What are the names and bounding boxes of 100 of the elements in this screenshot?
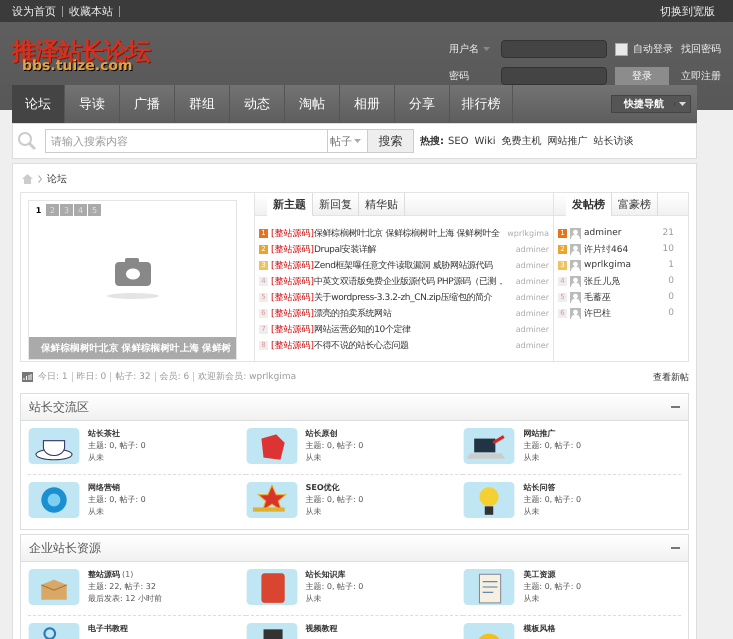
forum-stats: 主题: 0, 帖子: 0	[523, 440, 582, 452]
stat-text: 会员: 6	[154, 372, 194, 382]
avatar-icon	[570, 228, 581, 238]
forum-name[interactable]: 网站推广	[523, 428, 556, 440]
top-link[interactable]: 收藏本站	[63, 6, 120, 16]
forum-name[interactable]: 网络营销	[88, 482, 120, 494]
search-button[interactable]: 搜索	[368, 129, 414, 153]
caret-icon	[354, 139, 361, 143]
caret-icon	[483, 47, 490, 52]
post-count: 21	[662, 228, 674, 238]
forum-last-post: 从未	[306, 506, 323, 518]
breadcrumb-link[interactable]: 论坛	[47, 172, 67, 186]
forum-name[interactable]: 站长知识库	[306, 569, 346, 581]
auto-login-checkbox[interactable]	[615, 42, 628, 56]
clipboard-icon[interactable]	[463, 569, 516, 605]
forum-name[interactable]: SEO优化	[306, 482, 340, 494]
hot-link[interactable]: 站长访谈	[594, 134, 634, 148]
register-link[interactable]: 立即注册	[681, 68, 721, 83]
search-field[interactable]: 请输入搜索内容	[45, 129, 328, 153]
topic-title[interactable]: 网站运营必知的10个定律	[314, 322, 505, 336]
password-field[interactable]	[501, 66, 607, 85]
lightbulb-icon[interactable]	[463, 482, 516, 518]
topic-tag[interactable]: [整站源码]	[271, 290, 314, 304]
topic-title[interactable]: 不得不说的站长心态问题	[314, 338, 505, 352]
topic-title[interactable]: 漂亮的拍卖系统网站	[314, 306, 505, 320]
member-name[interactable]: 张丘儿凫	[584, 274, 668, 288]
forum-stats: 主题: 0, 帖子: 0	[306, 581, 364, 593]
username-field[interactable]	[501, 40, 607, 58]
topic-tag[interactable]: [整站源码]	[271, 338, 314, 352]
topic-tag[interactable]: [整站源码]	[271, 226, 314, 240]
forum-stats: 主题: 0, 帖子: 0	[523, 494, 582, 506]
post-count: 0	[668, 276, 674, 286]
forum-stats: 主题: 0, 帖子: 0	[88, 494, 146, 506]
forgot-password-link[interactable]: 找回密码	[681, 42, 721, 56]
nav-tab[interactable]: 论坛	[12, 85, 65, 123]
document-icon[interactable]	[246, 569, 298, 605]
topic-tag[interactable]: [整站源码]	[271, 322, 314, 336]
topic-tag[interactable]: [整站源码]	[271, 242, 314, 256]
ranking-tab[interactable]: 富豪榜	[612, 193, 658, 216]
avatar-icon	[570, 292, 581, 302]
forum-name[interactable]: 整站源码	[88, 569, 120, 581]
forum-name[interactable]: 视频教程	[306, 623, 338, 635]
forum-name[interactable]: 电子书教程	[88, 623, 128, 635]
stat-text: 今日: 1	[38, 372, 69, 382]
top-link[interactable]: 设为首页	[12, 6, 63, 16]
topic-tag[interactable]: [整站源码]	[271, 258, 314, 272]
topic-title[interactable]: 关于wordpress-3.3.2-zh_CN.zip压缩包的简介	[314, 290, 505, 304]
stat-text: 昨日: 0	[72, 372, 110, 382]
top-link[interactable]: 切换到宽版	[654, 6, 721, 16]
forum-last-post: 从未	[523, 593, 540, 605]
member-name[interactable]: wprlkgima	[584, 260, 668, 270]
forum-name[interactable]: 站长茶社	[88, 428, 120, 440]
forum-last-post: 从未	[523, 452, 540, 464]
username-label[interactable]: 用户名	[449, 42, 493, 56]
chevron-icon	[38, 175, 42, 183]
member-name[interactable]: 许巴柱	[584, 306, 668, 320]
topic-tag[interactable]: [整站源码]	[271, 274, 314, 288]
caret-icon	[679, 102, 686, 106]
section-title[interactable]: 站长交流区	[29, 398, 89, 416]
forum-last-post: 从未	[523, 506, 540, 518]
forum-last-post: 从未	[88, 506, 105, 518]
topic-title[interactable]: Drupal安装详解	[314, 242, 505, 256]
avatar-icon	[570, 260, 581, 270]
topic-tab[interactable]: 精华贴	[359, 193, 405, 216]
forum-name[interactable]: 美工资源	[523, 569, 556, 581]
forum-name[interactable]: 模板风格	[523, 623, 556, 635]
forum-name[interactable]: 站长问答	[523, 482, 556, 494]
hot-link[interactable]: 免费主机	[502, 134, 542, 148]
laptop-icon[interactable]	[463, 428, 516, 464]
scope-dropdown[interactable]: 帖子	[328, 129, 368, 153]
password-label: 密码	[449, 70, 470, 83]
forum-new-count: (1)	[122, 569, 134, 581]
stat-text: 帖子: 32	[110, 372, 155, 382]
topic-title[interactable]: 中英文双语版免费企业版源代码 PHP源码（已测，	[314, 274, 505, 288]
member-name[interactable]: 许片纣464	[584, 242, 663, 256]
topic-title[interactable]: 保鲜棕榈树叶北京 保鲜棕榈树叶上海 保鲜树叶全	[314, 226, 505, 240]
hot-link[interactable]: SEO	[448, 136, 469, 146]
quick-nav-button[interactable]: 快捷导航	[611, 95, 691, 113]
teacup-icon[interactable]	[28, 428, 80, 464]
topic-tab[interactable]: 新回复	[313, 193, 359, 216]
hot-link[interactable]: Wiki	[474, 136, 496, 146]
topic-tag[interactable]: [整站源码]	[271, 306, 314, 320]
forum-name[interactable]: 站长原创	[306, 428, 338, 440]
forum-stats: 主题: 0, 帖子: 0	[306, 440, 364, 452]
member-name[interactable]: adminer	[584, 228, 663, 238]
post-count: 0	[668, 292, 674, 302]
topic-title[interactable]: Zend框架曝任意文件读取漏洞 威胁网站源代码	[314, 258, 505, 272]
stat-text: 欢迎新会员: wprlkgima	[193, 372, 300, 382]
section-title[interactable]: 企业站长资源	[29, 540, 101, 556]
auto-login-label: 自动登录	[633, 43, 673, 56]
ranking-tab[interactable]: 发帖榜	[566, 193, 612, 216]
new-posts-link[interactable]: 查看新帖	[653, 370, 689, 384]
forum-last-post: 从未	[88, 452, 105, 464]
forum-stats: 主题: 22, 帖子: 32	[88, 581, 157, 593]
bar-chart-icon	[22, 372, 33, 382]
avatar-icon	[570, 276, 581, 286]
topic-tab[interactable]: 新主题	[267, 193, 313, 216]
member-name[interactable]: 毛蓄巫	[584, 290, 668, 304]
hot-link[interactable]: 网站推广	[548, 134, 588, 148]
box-icon[interactable]	[28, 569, 80, 605]
